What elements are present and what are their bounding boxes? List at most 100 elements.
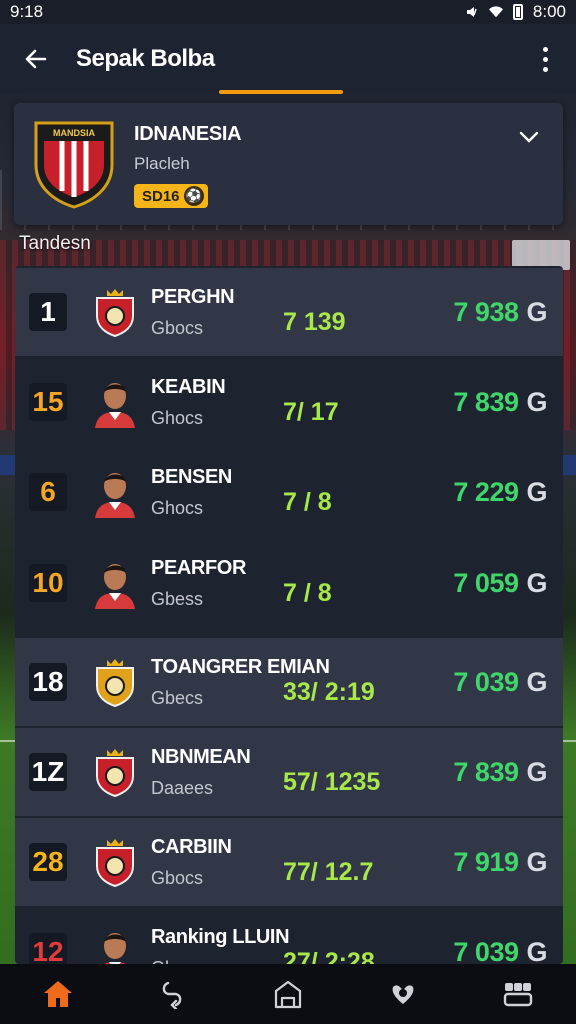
swap-icon bbox=[162, 981, 182, 1009]
club-crest-icon bbox=[96, 289, 134, 338]
row-stat: 7 / 8 bbox=[283, 487, 332, 516]
wifi-icon bbox=[488, 6, 503, 18]
row-score: 7 059 G bbox=[453, 568, 563, 599]
trophy-icon bbox=[392, 985, 414, 1004]
row-score: 7 938 G bbox=[453, 297, 563, 328]
row-name: CARBIIN bbox=[151, 835, 232, 858]
ranking-row[interactable]: 12 Ranking LLUIN Ghaoes 27/ 2:28 7 039G bbox=[15, 908, 563, 964]
player-avatar-icon bbox=[104, 933, 126, 964]
team-card[interactable]: MANDSIA IDNANESIA Placleh SD16 ⚽ bbox=[14, 103, 563, 225]
team-badge: SD16 ⚽ bbox=[134, 184, 208, 208]
crest-text: MANDSIA bbox=[53, 128, 95, 138]
arrow-left-icon bbox=[25, 49, 47, 69]
row-score: 7 919 G bbox=[453, 847, 563, 878]
row-subtitle: Ghocs bbox=[151, 407, 204, 428]
ranking-row[interactable]: 1Z NBNMEAN Daaees 57/ 1235 7 839 G bbox=[15, 728, 563, 816]
score-unit: G bbox=[526, 936, 547, 965]
club-crest-icon-container bbox=[93, 746, 137, 798]
score-unit: G bbox=[526, 296, 547, 327]
mute-icon bbox=[466, 7, 477, 17]
row-name: BENSEN bbox=[151, 465, 232, 488]
ranking-list[interactable]: 1 PERGHN Gbocs 7 139 7 938 G 15 KEABIN Gh… bbox=[15, 266, 563, 964]
row-stat: 7/ 17 bbox=[283, 397, 339, 426]
row-score: 7 839 G bbox=[453, 757, 563, 788]
score-value: 7 839 bbox=[453, 756, 519, 787]
club-crest-icon-container bbox=[93, 656, 137, 708]
row-stat: 7 139 bbox=[283, 307, 346, 336]
row-names: BENSEN Ghocs bbox=[151, 466, 283, 519]
back-button[interactable] bbox=[16, 39, 56, 79]
row-stat: 7 / 8 bbox=[283, 578, 332, 607]
row-score: 7 839 G bbox=[453, 387, 563, 418]
row-stat: 27/ 2:28 bbox=[283, 947, 375, 965]
player-avatar-icon bbox=[95, 564, 135, 609]
nav-stadium[interactable] bbox=[258, 969, 318, 1019]
club-crest-icon bbox=[96, 659, 134, 708]
more-vert-icon bbox=[542, 46, 548, 52]
row-stat: 77/ 12.7 bbox=[283, 857, 374, 886]
row-names: PERGHN Gbocs bbox=[151, 286, 283, 339]
row-names: NBNMEAN Daaees bbox=[151, 746, 283, 799]
rank-number: 10 bbox=[29, 564, 67, 602]
rank-number: 28 bbox=[29, 843, 67, 881]
score-value: 7 039 bbox=[453, 936, 519, 965]
app-bar: Sepak Bolba bbox=[0, 24, 576, 94]
score-value: 7 059 bbox=[453, 567, 519, 598]
expand-button[interactable] bbox=[513, 121, 545, 153]
stadium-icon bbox=[274, 980, 302, 1009]
ranking-row[interactable]: 10 PEARFOR Gbess 7 / 8 7 059 G bbox=[15, 539, 563, 627]
ranking-row[interactable]: 6 BENSEN Ghocs 7 / 8 7 229 G bbox=[15, 448, 563, 536]
nav-home[interactable] bbox=[28, 969, 88, 1019]
rank-number: 1 bbox=[29, 293, 67, 331]
team-name: IDNANESIA bbox=[134, 123, 242, 145]
row-names: KEABIN Ghocs bbox=[151, 376, 283, 429]
badge-label: SD16 bbox=[142, 187, 180, 205]
score-unit: G bbox=[526, 846, 547, 877]
score-value: 7 839 bbox=[453, 386, 519, 417]
ranking-row[interactable]: 28 CARBIIN Gbocs 77/ 12.7 7 919 G bbox=[15, 818, 563, 906]
row-subtitle: Gbecs bbox=[151, 687, 204, 708]
bottom-navigation bbox=[0, 964, 576, 1024]
row-name: Ranking LLUIN bbox=[151, 925, 290, 948]
row-names: TOANGRER EMIAN Gbecs bbox=[151, 656, 330, 709]
player-avatar-icon bbox=[95, 383, 135, 428]
row-names: Ranking LLUIN Ghaoes bbox=[151, 925, 290, 965]
status-icons: 8:00 bbox=[465, 2, 566, 22]
page-title: Sepak Bolba bbox=[76, 45, 215, 72]
row-subtitle: Ghocs bbox=[151, 497, 204, 518]
score-value: 7 919 bbox=[453, 846, 519, 877]
section-label: Tandesn bbox=[19, 233, 91, 254]
ranking-row[interactable]: 18 TOANGRER EMIAN Gbecs 33/ 2:19 7 039 G bbox=[15, 638, 563, 726]
more-options-button[interactable] bbox=[530, 39, 560, 79]
row-name: PERGHN bbox=[151, 285, 235, 308]
active-tab-indicator bbox=[219, 90, 343, 94]
row-name: PEARFOR bbox=[151, 556, 246, 579]
player-avatar-icon-container bbox=[93, 557, 137, 609]
team-crest-icon: MANDSIA bbox=[34, 121, 114, 209]
coin-icon: ⚽ bbox=[183, 186, 204, 206]
row-score: 7 229 G bbox=[453, 477, 563, 508]
nav-trophy[interactable] bbox=[373, 969, 433, 1019]
score-value: 7 039 bbox=[453, 666, 519, 697]
score-unit: G bbox=[526, 756, 547, 787]
player-avatar-icon-container bbox=[93, 376, 137, 428]
ranking-row[interactable]: 1 PERGHN Gbocs 7 139 7 938 G bbox=[15, 268, 563, 356]
status-clock: 8:00 bbox=[532, 2, 566, 21]
status-time: 9:18 bbox=[10, 2, 44, 21]
score-unit: G bbox=[526, 567, 547, 598]
score-unit: G bbox=[526, 666, 547, 697]
score-unit: G bbox=[526, 476, 547, 507]
battery-icon bbox=[512, 4, 523, 20]
home-icon bbox=[43, 981, 72, 1007]
ranking-row[interactable]: 15 KEABIN Ghocs 7/ 17 7 839 G bbox=[15, 358, 563, 446]
club-crest-icon bbox=[96, 839, 134, 888]
row-stat: 33/ 2:19 bbox=[283, 677, 375, 706]
nav-swap[interactable] bbox=[143, 969, 203, 1019]
rank-number: 12 bbox=[29, 933, 67, 964]
player-avatar-icon-container bbox=[93, 926, 137, 964]
row-subtitle: Gbess bbox=[151, 588, 204, 609]
nav-team[interactable] bbox=[488, 969, 548, 1019]
rank-number: 6 bbox=[29, 473, 67, 511]
row-score: 7 039 G bbox=[453, 667, 563, 698]
rank-number: 18 bbox=[29, 663, 67, 701]
